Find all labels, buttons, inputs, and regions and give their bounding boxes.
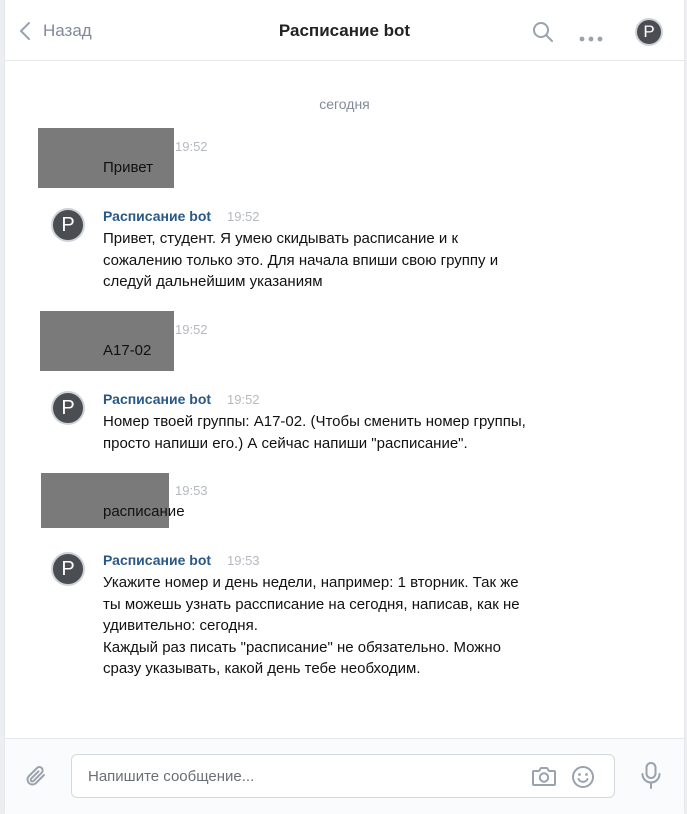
message-line: Каждый раз писать "расписание" не обязат…	[103, 638, 501, 656]
avatar: P	[51, 208, 85, 242]
more-button[interactable]	[579, 29, 603, 47]
bot-avatar[interactable]: P	[51, 552, 85, 586]
message-line: удивительно: сегодня.	[103, 617, 258, 634]
chat-window: Назад Расписание bot P сегодня 19:52 При…	[4, 0, 685, 814]
message-text: Номер твоей группы: А17-02. (Чтобы смени…	[103, 411, 526, 454]
search-button[interactable]	[532, 21, 554, 48]
message-line: просто напиши его.) А сейчас напиши "рас…	[103, 434, 468, 452]
camera-icon	[532, 767, 556, 786]
message-time: 19:52	[227, 392, 260, 407]
bot-avatar[interactable]: P	[51, 208, 85, 242]
sender-name[interactable]: Расписание bot	[103, 208, 211, 224]
bot-avatar[interactable]: P	[51, 391, 85, 425]
avatar: P	[51, 391, 85, 425]
date-separator: сегодня	[319, 96, 370, 112]
chat-header: Назад Расписание bot P	[5, 0, 684, 61]
avatar: P	[635, 18, 663, 46]
emoji-button[interactable]	[571, 765, 595, 794]
message-time: 19:53	[175, 483, 208, 498]
message-text: А17-02	[103, 342, 152, 359]
message-line: следуй дальнейшим указаниям	[103, 273, 323, 290]
message-input-placeholder: Напишите сообщение...	[88, 768, 255, 785]
message-line: Номер твоей группы: А17-02. (Чтобы смени…	[103, 413, 526, 430]
emoji-icon	[572, 766, 594, 788]
message-text: Привет, студент. Я умею скидывать распис…	[103, 228, 498, 293]
message-time: 19:52	[175, 139, 208, 154]
message-time: 19:53	[227, 553, 260, 568]
more-icon	[579, 36, 603, 42]
search-icon	[533, 22, 553, 42]
message-time: 19:52	[227, 209, 260, 224]
sender-name[interactable]: Расписание bot	[103, 552, 211, 568]
camera-button[interactable]	[531, 765, 557, 792]
sender-name[interactable]: Расписание bot	[103, 391, 211, 407]
composer: Напишите сообщение...	[5, 738, 684, 814]
message-line: сожалению только это. Для начала впиши с…	[103, 251, 499, 269]
voice-message-button[interactable]	[640, 761, 662, 796]
message-text: расписание	[103, 503, 185, 520]
message-line: Укажите номер и день недели, например: 1…	[103, 574, 519, 591]
message-line: ты можешь узнать рассписание на сегодня,…	[103, 595, 520, 613]
chat-avatar-button[interactable]: P	[635, 18, 663, 46]
message-text: Привет	[103, 159, 154, 176]
avatar: P	[51, 552, 85, 586]
message-text: Укажите номер и день недели, например: 1…	[103, 572, 520, 680]
microphone-icon	[641, 762, 661, 789]
redacted-sender-name	[38, 128, 174, 148]
attach-button[interactable]	[25, 764, 49, 795]
message-line: Привет, студент. Я умею скидывать распис…	[103, 230, 459, 247]
message-line: сразу указывать, какой день тебе необход…	[103, 660, 421, 677]
message-input[interactable]: Напишите сообщение...	[71, 754, 615, 798]
message-time: 19:52	[175, 322, 208, 337]
paperclip-icon	[26, 766, 45, 786]
